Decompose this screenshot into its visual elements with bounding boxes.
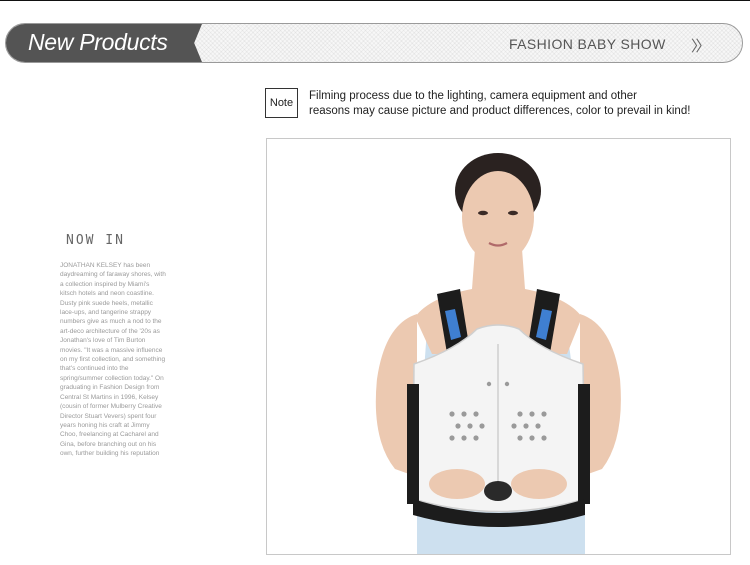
- note-label: Note: [265, 88, 298, 118]
- product-photo: [266, 138, 731, 555]
- article-line: movies. "It was a massive influence: [60, 346, 163, 354]
- article-line: Choo, freelancing at Cacharel and: [60, 431, 159, 439]
- right-eye: [508, 210, 518, 216]
- article-line: that's continued into the: [60, 365, 129, 373]
- article-line: art-deco architecture of the '20s as: [60, 327, 160, 335]
- article-line: on my first collection, and something: [60, 356, 166, 364]
- article-line: lace-ups, and tangerine strappy: [60, 309, 152, 317]
- editorial-heading: NOW IN: [66, 233, 125, 248]
- section-header-bar: New Products FASHION BABY SHOW 〉〉: [5, 23, 743, 63]
- article-line: Gina, before branching out on his: [60, 440, 157, 448]
- article-line: years honing his craft at Jimmy: [60, 421, 150, 429]
- fashion-baby-show-link[interactable]: FASHION BABY SHOW: [509, 36, 666, 52]
- right-hand: [511, 469, 567, 499]
- note-line-1: Filming process due to the lighting, cam…: [309, 90, 637, 102]
- model-brace-illustration: [375, 153, 621, 554]
- section-title: New Products: [28, 29, 168, 55]
- article-line: Director Stuart Vevers) spent four: [60, 412, 157, 420]
- face: [462, 171, 534, 263]
- left-hand: [429, 469, 485, 499]
- article-line: graduating in Fashion Design from: [60, 384, 160, 392]
- article-line: Central St Martins in 1996, Kelsey: [60, 393, 159, 401]
- section-title-tab: New Products: [6, 24, 202, 62]
- left-eye: [478, 210, 488, 216]
- double-chevron-right-icon[interactable]: 〉〉: [691, 35, 710, 56]
- article-line: Jonathan's love of Tim Burton: [60, 337, 146, 345]
- editorial-article: JONATHAN KELSEY has been daydreaming of …: [60, 261, 186, 459]
- article-line: numbers give as much a nod to the: [60, 318, 162, 326]
- article-line: kitsch hotels and neon coastline.: [60, 290, 154, 298]
- article-line: (cousin of former Mulberry Creative: [60, 403, 162, 411]
- article-line: spring/summer collection today." On: [60, 374, 164, 382]
- top-border-line: [0, 0, 750, 1]
- article-line: Dusty pink suede heels, metallic: [60, 299, 153, 307]
- left-side-strap: [407, 384, 419, 504]
- brace-buckle: [484, 481, 512, 501]
- right-side-strap: [578, 384, 590, 504]
- article-line: daydreaming of faraway shores, with: [60, 271, 166, 279]
- article-line: own, further building his reputation: [60, 450, 160, 458]
- article-line: JONATHAN KELSEY has been: [60, 262, 151, 269]
- note-text: Filming process due to the lighting, cam…: [309, 89, 739, 119]
- article-line: a collection inspired by Miami's: [60, 280, 150, 288]
- note-line-2: reasons may cause picture and product di…: [309, 105, 691, 117]
